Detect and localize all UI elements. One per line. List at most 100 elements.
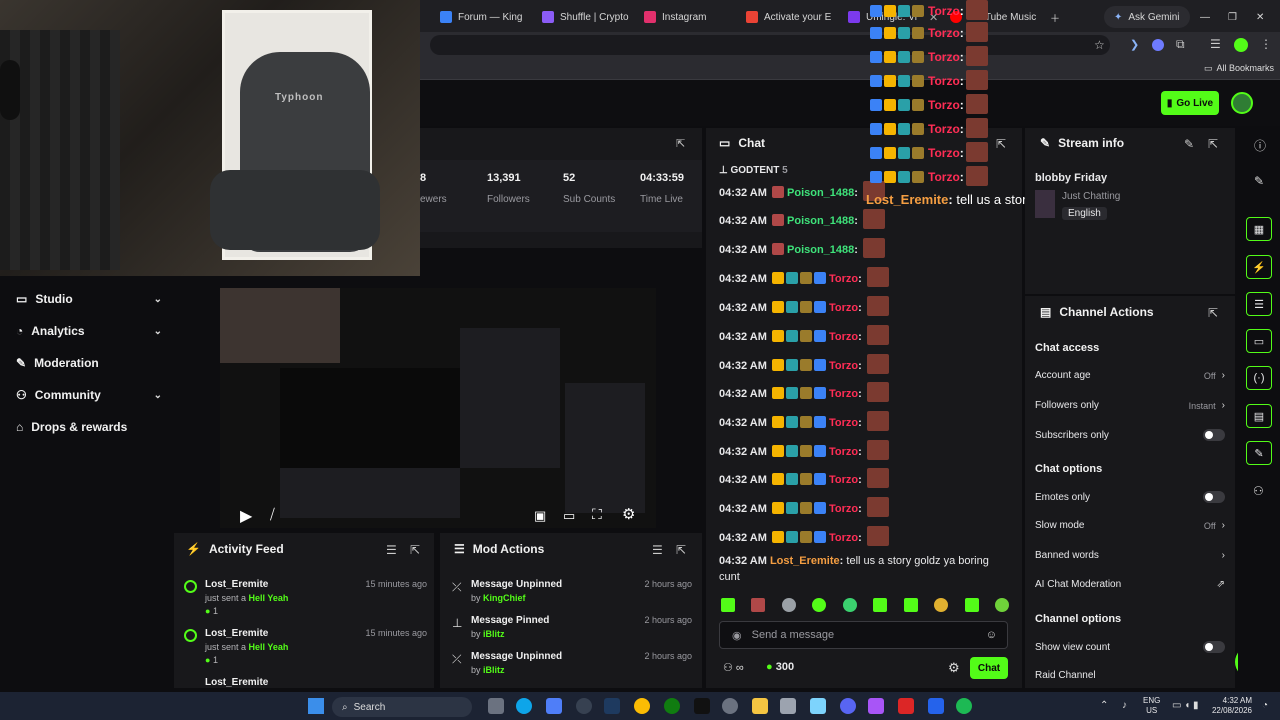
url-input[interactable] [430,35,1110,55]
tray-expand-icon[interactable]: ⌃ [1100,700,1108,711]
chat-message[interactable]: 04:32 AM Torzo: [719,468,889,488]
fullscreen-icon[interactable]: ⛶ [592,506,602,523]
steam-icon[interactable] [604,698,620,714]
stream-info-widget-button[interactable]: ✎ [1246,441,1272,465]
emote-icon[interactable] [994,598,1009,612]
edit-icon[interactable]: ✎ [1254,174,1264,188]
media-icon[interactable]: ☰ [1210,37,1221,51]
play-icon[interactable]: ▶ [240,506,252,526]
emote-icon[interactable] [751,598,766,612]
edge-icon[interactable] [516,698,532,714]
pip-icon[interactable]: ▣ [534,508,546,524]
clock[interactable]: 4:32 AM 22/08/2026 [1208,696,1252,716]
gear-icon[interactable]: ⚙ [622,505,635,523]
emote-icon[interactable] [903,598,918,612]
store-icon[interactable] [780,698,796,714]
followers-only-row[interactable]: Followers only Instant › [1035,400,1225,411]
profile-avatar[interactable] [1234,38,1248,52]
sidebar-item-studio[interactable]: ▭ Studio ⌄ [16,289,162,309]
chat-message[interactable]: 04:32 AM Torzo: [719,440,889,460]
minimize-button[interactable]: — [1200,6,1210,28]
chat-message[interactable]: 04:32 AM Torzo: [719,411,889,431]
chat-message[interactable]: 04:32 AM Torzo: [719,526,889,546]
file-explorer-icon[interactable] [752,698,768,714]
ask-gemini-button[interactable]: ✦ Ask Gemini [1104,6,1190,28]
gear-icon[interactable]: ⚙ [948,660,960,676]
menu-kebab-icon[interactable]: ⋮ [1260,37,1272,51]
extensions-puzzle-icon[interactable]: ⧉ [1176,37,1185,52]
chat-settings-icon[interactable]: ⚇ ∞ [723,661,744,674]
app-icon[interactable] [576,698,592,714]
chat-message[interactable]: 04:32 AM Torzo: [719,267,889,287]
epic-icon[interactable] [694,698,710,714]
new-tab-button[interactable]: ＋ [1050,6,1060,28]
chat-widget-button[interactable]: ▭ [1246,329,1272,353]
task-view-icon[interactable] [488,698,504,714]
emote-icon[interactable] [934,598,949,612]
notifications-icon[interactable]: ◔ [1262,700,1268,711]
spotify-icon[interactable] [956,698,972,714]
close-window-button[interactable]: ✕ [1256,6,1264,28]
bookmark-star-icon[interactable]: ☆ [1094,38,1105,52]
popout-icon[interactable]: ⇱ [676,137,685,150]
share-icon[interactable]: ⚇ [1253,484,1264,498]
sidebar-item-drops[interactable]: ⌂ Drops & rewards [16,417,162,437]
language-indicator[interactable]: ENG US [1143,696,1160,716]
stats-widget-button[interactable]: ▦ [1246,217,1272,241]
emote-icon[interactable] [812,598,827,612]
chat-message[interactable]: 04:32 AM Poison_1488: [719,209,886,229]
ai-moderation-row[interactable]: AI Chat Moderation ⇗ [1035,579,1225,590]
chat-message[interactable]: 04:32 AM Torzo: [719,296,889,316]
show-view-count-toggle[interactable] [1203,641,1225,653]
emote-icon[interactable] [842,598,857,612]
all-bookmarks[interactable]: ▭ All Bookmarks [1204,63,1274,74]
extension-icon[interactable] [1152,39,1164,51]
account-age-row[interactable]: Account age Off › [1035,370,1225,381]
tab-instagram[interactable]: Instagram [644,6,739,28]
emoji-icon[interactable]: ☺ [986,629,997,641]
app-icon[interactable] [810,698,826,714]
user-avatar[interactable] [1231,92,1253,114]
tab-shuffle[interactable]: Shuffle | Crypto✕ [542,6,637,28]
discord-icon[interactable] [840,698,856,714]
filter-icon[interactable]: ☰ [386,543,397,557]
raid-channel-row[interactable]: Raid Channel [1035,670,1225,681]
filter-icon[interactable]: ☰ [652,543,663,557]
send-chat-button[interactable]: Chat [970,657,1008,679]
theater-icon[interactable]: ▭ [563,508,575,524]
actions-widget-button[interactable]: ▤ [1246,404,1272,428]
extension-icon[interactable]: ❯ [1130,38,1139,51]
edit-icon[interactable]: ✎ [1184,137,1194,151]
app-icon[interactable] [546,698,562,714]
popout-icon[interactable]: ⇱ [676,543,686,557]
windows-start-icon[interactable] [308,698,324,714]
taskbar-search[interactable]: ⌕ Search [332,697,472,717]
chat-message[interactable]: 04:32 AM Poison_1488: [719,238,886,258]
chat-message[interactable]: 04:32 AM Torzo: [719,382,889,402]
popout-icon[interactable]: ⇱ [1208,306,1218,320]
app-icon[interactable] [928,698,944,714]
mod-actions-widget-button[interactable]: ☰ [1246,292,1272,316]
emotes-only-row[interactable]: Emotes only [1035,491,1225,503]
subscribers-only-toggle[interactable] [1203,429,1225,441]
emotes-only-toggle[interactable] [1203,491,1225,503]
activity-widget-button[interactable]: ⚡ [1246,255,1272,279]
chat-message[interactable]: 04:32 AM Poison_1488: [719,181,886,201]
sidebar-item-community[interactable]: ⚇ Community ⌄ [16,385,162,405]
popout-icon[interactable]: ⇱ [996,137,1006,151]
network-icon[interactable]: ▭ ◖ ▮ [1172,700,1199,711]
app-icon[interactable] [898,698,914,714]
pinned-message[interactable]: ⊥ GODTENT 5 [719,165,788,176]
info-icon[interactable]: ⓘ [1254,137,1266,154]
chat-message[interactable]: 04:32 AM Torzo: [719,497,889,517]
emote-icon[interactable] [721,598,735,612]
app-icon[interactable] [868,698,884,714]
settings-icon[interactable] [722,698,738,714]
close-tab-icon[interactable]: ✕ [534,11,535,24]
sidebar-item-analytics[interactable]: ◔ Analytics ⌄ [16,321,162,341]
xbox-icon[interactable] [664,698,680,714]
emote-icon[interactable] [964,598,979,612]
sidebar-item-moderation[interactable]: ✎ Moderation [16,353,162,373]
subscribers-only-row[interactable]: Subscribers only [1035,429,1225,441]
maximize-button[interactable]: ❐ [1228,6,1237,28]
